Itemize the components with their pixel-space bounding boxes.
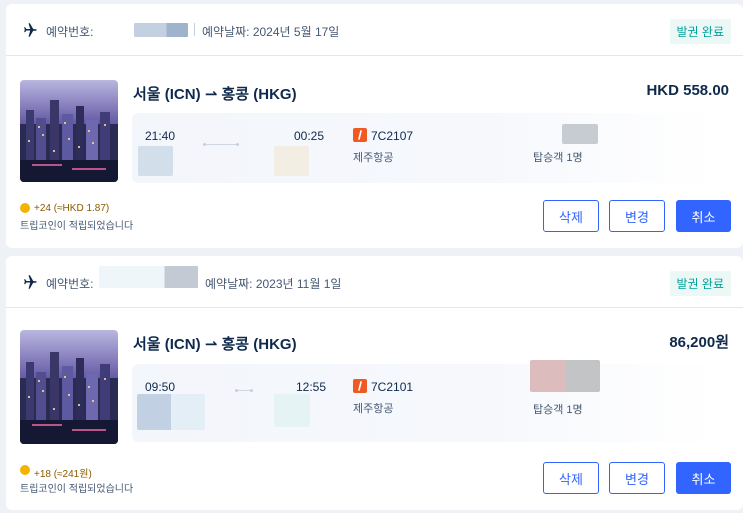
change-button[interactable]: 변경 [609,462,665,494]
booking-card[interactable]: 예약번호: 예약날짜: 2024년 5월 17일 발권 완료 서울 (ICN) … [6,4,743,248]
jeju-air-logo [353,379,367,393]
booking-header: 예약번호: 예약날짜: 2023년 11월 1일 발권 완료 [6,256,743,308]
trip-coin-amount: +18 (≈241원) [34,469,92,480]
booking-number-label: 예약번호: [46,277,94,291]
passenger-count: 탑승객 1명 [533,152,583,164]
header-divider [194,23,195,36]
price: 86,200원 [669,334,729,351]
flight-number: 7C2101 [371,380,414,394]
route-title[interactable]: 서울 (ICN) ⇀ 홍콩 (HKG) [133,83,297,104]
delete-button[interactable]: 삭제 [543,462,599,494]
airline-name: 제주항공 [353,152,394,164]
flight-path-line [203,143,239,146]
cancel-button[interactable]: 취소 [676,200,731,232]
change-button[interactable]: 변경 [609,200,665,232]
destination-thumbnail[interactable] [20,330,118,444]
redacted-booking-number [99,266,198,288]
booking-date: 예약날짜: 2024년 5월 17일 [202,25,340,39]
redacted-departure-airport [137,394,205,430]
arrival-time: 00:25 [294,129,325,143]
trip-coin-icon [20,203,30,213]
airplane-icon [24,23,37,37]
trip-coin-icon [20,465,30,475]
departure-time: 09:50 [145,380,176,394]
trip-coin-note: 트립코인이 적립되었습니다 [20,221,134,232]
redacted-passenger-name [530,360,600,392]
flight-detail-box[interactable]: 21:40 00:25 7C2107 제주항공 탑승객 1명 [132,113,716,183]
redacted-arrival-airport [274,394,310,427]
airplane-icon [24,275,37,289]
jeju-air-logo [353,128,367,142]
flight-path-line [235,389,253,392]
passenger-count: 탑승객 1명 [533,404,583,416]
departure-time: 21:40 [145,129,176,143]
redacted-booking-number [134,23,188,37]
delete-button[interactable]: 삭제 [543,200,599,232]
price: HKD 558.00 [646,82,729,99]
redacted-arrival-airport [274,146,309,176]
booking-card[interactable]: 예약번호: 예약날짜: 2023년 11월 1일 발권 완료 서울 (ICN) … [6,256,743,510]
route-title[interactable]: 서울 (ICN) ⇀ 홍콩 (HKG) [133,333,297,354]
trip-coin-amount: +24 (≈HKD 1.87) [34,203,110,214]
redacted-departure-airport [138,146,173,176]
booking-date: 예약날짜: 2023년 11월 1일 [205,277,342,291]
status-badge: 발권 완료 [669,19,731,44]
booking-header: 예약번호: 예약날짜: 2024년 5월 17일 발권 완료 [6,4,743,56]
arrival-time: 12:55 [296,380,327,394]
status-badge: 발권 완료 [669,271,731,296]
flight-number: 7C2107 [371,129,414,143]
cancel-button[interactable]: 취소 [676,462,731,494]
booking-number-label: 예약번호: [46,25,94,39]
flight-detail-box[interactable]: 09:50 12:55 7C2101 제주항공 탑승객 1명 [132,360,716,442]
redacted-passenger-name [562,124,598,144]
trip-coin-note: 트립코인이 적립되었습니다 [20,484,134,495]
destination-thumbnail[interactable] [20,80,118,182]
airline-name: 제주항공 [353,403,394,415]
